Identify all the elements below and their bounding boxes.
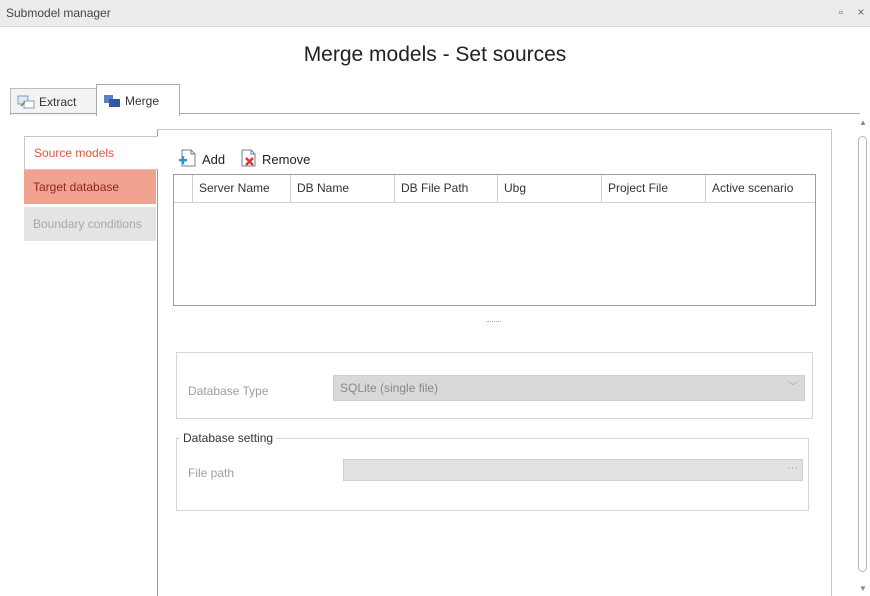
source-toolbar: Add Remove: [174, 146, 817, 174]
extract-icon: [17, 95, 35, 109]
tab-extract-label: Extract: [39, 95, 77, 109]
database-type-label: Database Type: [188, 384, 269, 398]
source-models-grid[interactable]: Server Name DB Name DB File Path Ubg Pro…: [173, 174, 816, 306]
column-header-db-name[interactable]: DB Name: [290, 175, 394, 202]
file-path-input[interactable]: ···: [343, 459, 803, 481]
tab-merge[interactable]: Merge: [96, 84, 180, 116]
add-icon: [178, 148, 198, 171]
chevron-down-icon: ﹀: [788, 382, 798, 393]
scroll-up-icon[interactable]: ▲: [858, 118, 868, 127]
step-boundary-conditions: Boundary conditions: [24, 207, 156, 241]
window-title: Submodel manager: [6, 6, 111, 20]
database-setting-title: Database setting: [180, 431, 277, 445]
step-target-database-label: Target database: [33, 180, 120, 194]
column-header-db-file-path[interactable]: DB File Path: [394, 175, 497, 202]
database-type-value: SQLite (single file): [340, 381, 439, 395]
step-target-database[interactable]: Target database: [24, 170, 156, 204]
column-header-active-scenario[interactable]: Active scenario: [705, 175, 815, 202]
content-frame-top: [157, 129, 832, 130]
scroll-down-icon[interactable]: ▼: [858, 584, 868, 593]
vertical-scrollbar[interactable]: ▲ ▼: [856, 114, 870, 596]
page-title: Merge models - Set sources: [303, 43, 567, 66]
add-button[interactable]: Add: [178, 148, 225, 171]
column-header-project-file[interactable]: Project File: [601, 175, 705, 202]
remove-button[interactable]: Remove: [238, 148, 310, 171]
window-titlebar: Submodel manager ▫ ×: [0, 0, 870, 27]
database-type-box: Database Type SQLite (single file) ﹀: [176, 352, 813, 419]
database-type-select[interactable]: SQLite (single file) ﹀: [333, 375, 805, 401]
scrollbar-thumb[interactable]: [858, 136, 867, 572]
merge-icon: [103, 94, 121, 108]
file-path-label: File path: [188, 466, 235, 480]
grid-header: Server Name DB Name DB File Path Ubg Pro…: [174, 175, 815, 203]
step-source-models[interactable]: Source models: [24, 136, 158, 170]
splitter-handle[interactable]: [487, 321, 501, 324]
wizard-steps-panel: Source models Target database Boundary c…: [24, 130, 158, 596]
column-header-server-name[interactable]: Server Name: [192, 175, 290, 202]
close-button[interactable]: ×: [854, 4, 868, 20]
step-boundary-conditions-label: Boundary conditions: [33, 217, 142, 231]
browse-button[interactable]: ···: [787, 462, 798, 474]
content-frame-right: [831, 129, 832, 596]
tab-extract[interactable]: Extract: [10, 88, 102, 115]
column-header-ubg[interactable]: Ubg: [497, 175, 601, 202]
step-source-models-label: Source models: [34, 146, 115, 160]
tab-merge-label: Merge: [125, 93, 160, 108]
remove-icon: [238, 148, 258, 171]
remove-label: Remove: [262, 152, 311, 167]
add-label: Add: [202, 152, 226, 167]
database-setting-group: File path ···: [176, 438, 809, 511]
page-header: Merge models - Set sources: [0, 27, 870, 83]
maximize-button[interactable]: ▫: [834, 4, 848, 20]
